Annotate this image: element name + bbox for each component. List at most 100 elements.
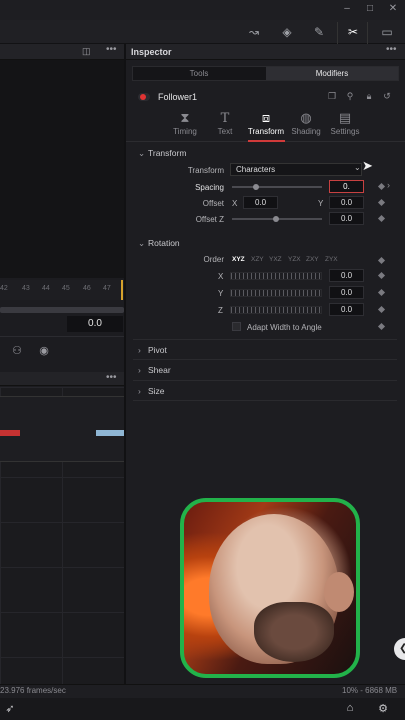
transform-dropdown[interactable]: Characters bbox=[230, 163, 362, 176]
order-option[interactable]: ZXY bbox=[306, 256, 319, 263]
timing-icon: ⧗ bbox=[180, 111, 190, 126]
section-pivot-header[interactable]: › Pivot bbox=[138, 345, 167, 355]
tab-text[interactable]: T Text bbox=[203, 111, 247, 141]
offset-z-field[interactable]: 0.0 bbox=[329, 212, 364, 225]
active-tab-indicator bbox=[248, 140, 285, 142]
spacing-field[interactable]: 0. bbox=[329, 180, 364, 193]
adapt-width-label: Adapt Width to Angle bbox=[247, 323, 322, 332]
divider bbox=[133, 400, 397, 401]
transform-label: Transform bbox=[187, 166, 224, 175]
tab-label: Text bbox=[217, 127, 233, 136]
camera-icon[interactable]: ◉ bbox=[35, 344, 53, 358]
order-option[interactable]: YXZ bbox=[269, 256, 282, 263]
section-rotation-header[interactable]: ⌄ Rotation bbox=[138, 238, 180, 249]
ruler-tick: 44 bbox=[42, 285, 50, 292]
chevron-right-icon: › bbox=[138, 386, 141, 396]
node-name: Follower1 bbox=[158, 92, 198, 102]
tools-icon[interactable]: ✂ bbox=[342, 24, 364, 40]
rotation-y-dial[interactable] bbox=[230, 289, 322, 297]
offset-y-label: Y bbox=[318, 199, 324, 208]
render-icon[interactable]: ⚇ bbox=[8, 344, 26, 358]
chevron-down-icon: ⌄ bbox=[354, 163, 361, 172]
spline-icon[interactable]: ↝ bbox=[243, 24, 265, 40]
more-options-icon[interactable]: ••• bbox=[106, 44, 117, 55]
spacing-slider[interactable] bbox=[232, 186, 322, 188]
split-view-icon[interactable]: ◫ bbox=[82, 46, 91, 57]
section-shear-header[interactable]: › Shear bbox=[138, 365, 171, 375]
node-enabled-indicator bbox=[140, 94, 146, 100]
order-option[interactable]: ZYX bbox=[325, 256, 338, 263]
order-option[interactable]: XZY bbox=[251, 256, 264, 263]
node-connector-red[interactable] bbox=[0, 430, 20, 436]
rotation-y-label: Y bbox=[218, 289, 224, 298]
offset-z-slider-knob[interactable] bbox=[273, 216, 279, 222]
tab-tools[interactable]: Tools bbox=[133, 67, 265, 80]
tab-settings[interactable]: ▤ Settings bbox=[323, 111, 367, 141]
home-icon[interactable]: ⌂ bbox=[342, 702, 358, 716]
webcam-overlay bbox=[180, 498, 360, 678]
offset-label: Offset bbox=[202, 199, 224, 208]
ruler-tick: 42 bbox=[0, 285, 8, 292]
current-frame-field[interactable]: 0.0 bbox=[67, 316, 123, 332]
rotation-x-dial[interactable] bbox=[230, 272, 322, 280]
monitor-icon[interactable]: ▭ bbox=[376, 24, 398, 40]
transform-icon: ⧈ bbox=[261, 111, 271, 126]
gear-icon[interactable]: ⚙ bbox=[375, 702, 391, 716]
adapt-width-checkbox[interactable] bbox=[232, 322, 241, 331]
viewer-panel[interactable] bbox=[0, 44, 124, 278]
spacing-label: Spacing bbox=[195, 183, 224, 192]
offset-y-field[interactable]: 0.0 bbox=[329, 196, 364, 209]
rotation-x-field[interactable]: 0.0 bbox=[329, 269, 364, 282]
rotation-z-field[interactable]: 0.0 bbox=[329, 303, 364, 316]
section-title: Size bbox=[148, 386, 165, 396]
node-connector-blue[interactable] bbox=[96, 430, 124, 436]
lock-icon[interactable]: 🔒︎ bbox=[363, 91, 375, 103]
pin-icon[interactable]: ⚲ bbox=[344, 91, 356, 103]
order-option[interactable]: YZX bbox=[288, 256, 301, 263]
rotation-z-dial[interactable] bbox=[230, 306, 322, 314]
modifiers-icon[interactable]: ✎ bbox=[308, 24, 330, 40]
offset-x-field[interactable]: 0.0 bbox=[243, 196, 278, 209]
more-options-icon[interactable]: ••• bbox=[386, 44, 397, 55]
frame-rate-status: 23.976 frames/sec bbox=[0, 686, 66, 695]
tab-label: Timing bbox=[173, 127, 197, 136]
close-button[interactable]: ✕ bbox=[386, 3, 400, 15]
section-transform-header[interactable]: ⌄ Transform bbox=[138, 148, 186, 159]
version-icon[interactable]: ❐ bbox=[326, 91, 338, 103]
rotation-z-label: Z bbox=[218, 306, 223, 315]
rotation-y-field[interactable]: 0.0 bbox=[329, 286, 364, 299]
node-strip bbox=[0, 396, 124, 462]
section-title: Pivot bbox=[148, 345, 167, 355]
divider bbox=[0, 336, 124, 337]
tab-label: Transform bbox=[247, 127, 285, 136]
maximize-button[interactable]: □ bbox=[363, 3, 377, 15]
settings-icon: ▤ bbox=[338, 111, 352, 126]
keyframes-icon[interactable]: ◈ bbox=[276, 24, 298, 40]
more-options-icon[interactable]: ••• bbox=[106, 372, 117, 383]
rocket-icon[interactable]: ➶ bbox=[2, 702, 18, 716]
section-title: Shear bbox=[148, 365, 171, 375]
scrub-bar[interactable] bbox=[0, 307, 124, 313]
tab-shading[interactable]: ◍ Shading bbox=[284, 111, 328, 141]
chevron-down-icon: ⌄ bbox=[138, 148, 146, 158]
spacing-slider-knob[interactable] bbox=[253, 184, 259, 190]
tab-modifiers[interactable]: Modifiers bbox=[266, 67, 398, 80]
mouse-cursor-icon: ➤ bbox=[362, 158, 373, 173]
section-title: Rotation bbox=[148, 238, 180, 248]
ruler-tick: 45 bbox=[62, 285, 70, 292]
offset-z-label: Offset Z bbox=[195, 215, 224, 224]
reset-icon[interactable]: ↺ bbox=[381, 91, 393, 103]
divider bbox=[133, 359, 397, 360]
playhead[interactable] bbox=[121, 280, 123, 300]
chevron-right-icon: › bbox=[138, 365, 141, 375]
section-size-header[interactable]: › Size bbox=[138, 386, 165, 396]
chevron-down-icon: ⌄ bbox=[138, 238, 146, 248]
tab-label: Shading bbox=[291, 127, 321, 136]
order-option[interactable]: XYZ bbox=[232, 256, 245, 263]
minimize-button[interactable]: – bbox=[340, 3, 354, 15]
inspector-title: Inspector bbox=[131, 47, 172, 57]
ruler-tick: 43 bbox=[22, 285, 30, 292]
chevron-right-icon[interactable]: › bbox=[387, 180, 390, 190]
tab-timing[interactable]: ⧗ Timing bbox=[163, 111, 207, 141]
tab-transform[interactable]: ⧈ Transform bbox=[244, 111, 288, 141]
